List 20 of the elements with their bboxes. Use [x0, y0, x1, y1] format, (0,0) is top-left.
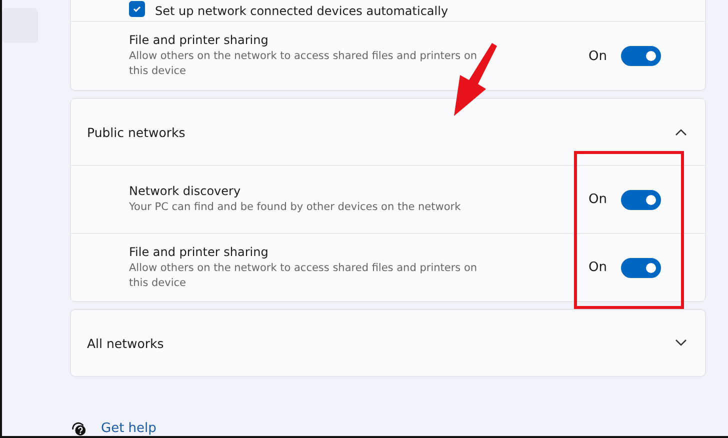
- setting-label: Network discovery: [129, 184, 242, 198]
- setting-label: File and printer sharing: [129, 33, 270, 47]
- toggle-state: On: [588, 48, 607, 64]
- setting-description: Your PC can find and be found by other devices on the network: [129, 200, 462, 215]
- section-title: All networks: [87, 336, 164, 350]
- checkmark-icon: [132, 4, 142, 14]
- setting-description: Allow others on the network to access shared files and printers on this device: [129, 49, 478, 79]
- toggle-switch[interactable]: [621, 258, 661, 278]
- toggle-switch[interactable]: [621, 190, 661, 210]
- chevron-icon[interactable]: [675, 128, 687, 136]
- section-title: Public networks: [87, 124, 186, 140]
- toggle-state: On: [588, 192, 607, 207]
- checkbox[interactable]: [129, 1, 145, 17]
- chevron-icon[interactable]: [675, 339, 687, 347]
- setting-label: File and printer sharing: [129, 244, 270, 258]
- setting-description: Allow others on the network to access shared files and printers on this device: [129, 260, 478, 290]
- toggle-state: On: [588, 260, 607, 275]
- toggle-switch[interactable]: [621, 46, 661, 66]
- get-help-link[interactable]: Get help: [101, 421, 156, 436]
- checkbox-label: Set up network connected devices automatically: [155, 4, 448, 18]
